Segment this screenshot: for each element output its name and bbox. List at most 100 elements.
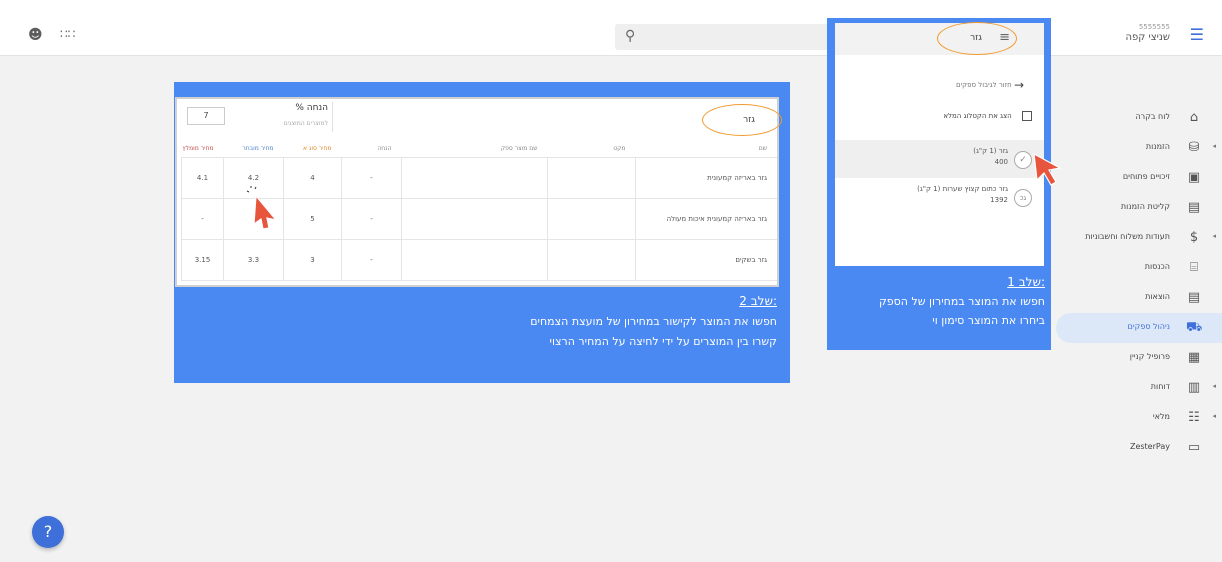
column-header: הנחה <box>341 141 402 158</box>
table-cell-priceB[interactable]: 3.3 <box>223 239 284 281</box>
step2-callout: גזר % הנחה למוצרים המוצגים 7 מחיר מומלץ … <box>174 82 790 383</box>
cash-register-icon: ⌸ <box>1190 260 1198 275</box>
step1-line2: ביחרו את המוצר סימון וי <box>932 314 1045 327</box>
table-cell-priceC[interactable]: 3.15 <box>181 239 224 281</box>
table-row: 3.15 3.3 3- גזר בשקים <box>181 239 777 281</box>
truck-icon: ⛟ <box>1186 320 1203 335</box>
table-cell-priceC[interactable]: 4.1 <box>181 157 224 199</box>
sidebar-item[interactable]: ⛁ הזמנות ◂ <box>1052 133 1222 163</box>
sidebar-item[interactable]: ⛟ ניהול ספקים <box>1056 313 1222 343</box>
table-cell-priceA[interactable]: 5 <box>283 198 342 240</box>
receipt-icon: ▤ <box>1187 290 1201 305</box>
markup-label: % הנחה <box>295 103 328 113</box>
table-cell-priceA[interactable]: 3 <box>283 239 342 281</box>
step1-callout: גזר ≡ חזור לגיבול ספקים → הצג את הקטלוג … <box>827 18 1051 350</box>
chart-icon: ▥ <box>1187 380 1201 395</box>
sidebar-item-label: ZesterPay <box>1129 442 1170 451</box>
product-name: גזר כתום קצוץ שערות (1 ק"ג) <box>917 185 1008 193</box>
product-name: גזר (1 ק"ג) <box>973 147 1008 155</box>
list-item[interactable]: גזר (1 ק"ג) 400 ✓ <box>835 140 1044 178</box>
search-icon: ⚲ <box>625 28 636 44</box>
menu-icon[interactable]: ☰ <box>1190 25 1204 44</box>
home-icon: ⌂ <box>1189 110 1199 125</box>
table-cell-priceA[interactable]: 4 <box>283 157 342 199</box>
sidebar-item[interactable]: ☷ מלאי ◂ <box>1052 403 1222 433</box>
chevron-left-icon[interactable]: ◂ <box>1212 142 1216 150</box>
pointer-cursor-icon <box>246 186 278 230</box>
chevron-left-icon[interactable]: ◂ <box>1212 232 1216 240</box>
sidebar-item-label: דוחות <box>1150 382 1170 391</box>
apps-grid-icon[interactable]: ∷∷ <box>60 27 75 41</box>
table-cell-discount: - <box>341 239 402 281</box>
column-header: מחיר מובחר <box>223 141 284 158</box>
table-cell-supplier <box>401 198 548 240</box>
sidebar-item-label: מלאי <box>1152 412 1170 421</box>
building-icon: ▦ <box>1187 350 1201 365</box>
back-link-label: חזור לגיבול ספקים <box>955 81 1012 89</box>
step2-instructions: שלב 2: חפשו את המוצר לקישור במחירון של מ… <box>530 294 777 348</box>
show-catalog-checkbox[interactable]: הצג את הקטלוג המלא <box>943 111 1032 121</box>
sidebar-item-label: פרופיל קניין <box>1129 352 1170 361</box>
sidebar-item-label: הוצאות <box>1145 292 1170 301</box>
table-cell-name: גזר באריזה קמעונית איכות מעולה <box>635 198 777 240</box>
pointer-cursor-icon <box>1033 152 1062 186</box>
column-header: מחיר סוג א <box>283 141 342 158</box>
chevron-left-icon[interactable]: ◂ <box>1212 412 1216 420</box>
help-button[interactable]: ? <box>32 516 64 548</box>
account-icon[interactable]: ☻ <box>28 27 43 43</box>
list-item[interactable]: גזר כתום קצוץ שערות (1 ק"ג) 1392 גכ <box>835 178 1044 216</box>
table-cell-supplier <box>401 239 548 281</box>
table-cell-discount: - <box>341 157 402 199</box>
table-cell-name: גזר בשקים <box>635 239 777 281</box>
sidebar-item[interactable]: ▥ דוחות ◂ <box>1052 373 1222 403</box>
step1-title: שלב 1: <box>1007 275 1045 289</box>
sidebar-item[interactable]: ▦ פרופיל קניין <box>1052 343 1222 373</box>
business-number: 5555555 <box>1138 23 1170 31</box>
step2-line1: חפשו את המוצר לקישור במחירון של מועצת הצ… <box>530 315 777 328</box>
sidebar-item[interactable]: $ תעודות משלוח וחשבוניות ◂ <box>1052 223 1222 253</box>
avatar[interactable]: גכ <box>1014 189 1032 207</box>
sidebar-item-label: ניהול ספקים <box>1127 322 1170 331</box>
highlight-oval <box>937 22 1017 55</box>
sidebar-item[interactable]: ▣ זיכויים פתוחים <box>1052 163 1222 193</box>
step2-title: שלב 2: <box>739 294 777 308</box>
highlight-oval <box>702 104 782 136</box>
show-catalog-label: הצג את הקטלוג המלא <box>943 112 1012 120</box>
table-cell-supplier <box>401 157 548 199</box>
table-cell-sku <box>547 239 636 281</box>
cart-icon: ⛁ <box>1188 140 1200 155</box>
markup-input[interactable]: 7 <box>187 107 225 125</box>
clipboard-icon: ▣ <box>1187 170 1201 185</box>
sidebar-item[interactable]: ▭ ZesterPay <box>1052 433 1222 463</box>
step1-line1: חפשו את המוצר במחירון של הספק <box>878 295 1045 308</box>
sidebar-item[interactable]: ⌂ לוח בקרה <box>1052 103 1222 133</box>
table-header: מחיר מומלץ מחיר מובחר מחיר סוג א הנחה שם… <box>181 141 777 158</box>
dollar-icon: $ <box>1189 230 1199 245</box>
arrow-right-icon: → <box>1013 78 1024 92</box>
card-icon: ▭ <box>1187 440 1201 455</box>
sidebar-item[interactable]: ▤ הוצאות <box>1052 283 1222 313</box>
back-link[interactable]: חזור לגיבול ספקים → <box>956 78 1024 92</box>
table-cell-discount: - <box>341 198 402 240</box>
sidebar-item[interactable]: ▤ קליטת הזמנות <box>1052 193 1222 223</box>
sidebar-item-label: קליטת הזמנות <box>1120 202 1170 211</box>
table-cell-sku <box>547 198 636 240</box>
sidebar-item-label: זיכויים פתוחים <box>1122 172 1170 181</box>
table-cell-priceC[interactable]: - <box>181 198 224 240</box>
sidebar-item-label: הכנסות <box>1144 262 1170 271</box>
column-header: שם מוצר ספק <box>401 141 548 158</box>
table-cell-sku <box>547 157 636 199</box>
sidebar-item-label: הזמנות <box>1145 142 1170 151</box>
markup-control: % הנחה למוצרים המוצגים 7 <box>187 102 333 132</box>
business-info: 5555555 שניצי קפה <box>1125 23 1170 43</box>
business-name: שניצי קפה <box>1125 32 1170 43</box>
clipboard-list-icon: ▤ <box>1187 200 1201 215</box>
checkbox-icon[interactable] <box>1022 111 1032 121</box>
sidebar-item-label: לוח בקרה <box>1135 112 1170 121</box>
table-cell-name: גזר באריזה קמעונית <box>635 157 777 199</box>
step1-instructions: שלב 1: חפשו את המוצר במחירון של הספק ביח… <box>879 275 1045 327</box>
sidebar-item[interactable]: ⌸ הכנסות <box>1052 253 1222 283</box>
chevron-left-icon[interactable]: ◂ <box>1212 382 1216 390</box>
column-header: שם <box>635 141 777 158</box>
product-value: 400 <box>994 158 1008 166</box>
